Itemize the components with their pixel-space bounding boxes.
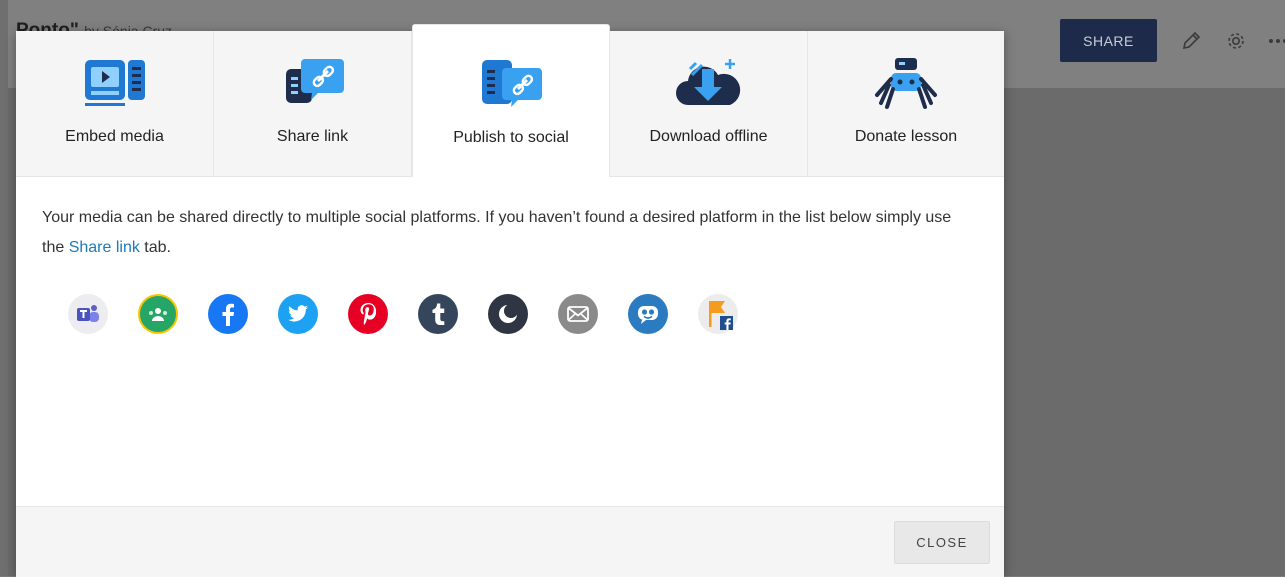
donate-lesson-icon (871, 53, 941, 113)
download-offline-icon (674, 53, 744, 113)
tab-label: Publish to social (453, 129, 569, 146)
page-left-edge (0, 0, 8, 576)
tab-embed-media[interactable]: Embed media (16, 31, 214, 176)
share-tabs: Embed media Share link Publish to social… (16, 24, 1004, 177)
close-button[interactable]: CLOSE (894, 521, 990, 564)
google-classroom-icon[interactable] (138, 294, 178, 334)
teams-icon[interactable] (68, 294, 108, 334)
share-modal: Embed media Share link Publish to social… (16, 24, 1004, 577)
tab-label: Embed media (65, 128, 164, 145)
edmodo-icon[interactable] (628, 294, 668, 334)
facebook-icon[interactable] (208, 294, 248, 334)
share-link-inline-link[interactable]: Share link (69, 239, 140, 256)
gear-icon[interactable] (1225, 30, 1247, 57)
more-dots-icon[interactable] (1268, 34, 1285, 52)
publish-social-icon (476, 54, 546, 114)
embed-media-icon (80, 53, 150, 113)
share-description: Your media can be shared directly to mul… (42, 209, 952, 256)
share-button[interactable]: SHARE (1060, 19, 1157, 62)
twitter-icon[interactable] (278, 294, 318, 334)
tab-label: Share link (276, 128, 349, 145)
tab-donate-lesson[interactable]: Donate lesson (808, 31, 1004, 176)
tab-publish-to-social[interactable]: Publish to social (412, 24, 610, 177)
email-icon[interactable] (558, 294, 598, 334)
share-link-icon (278, 53, 348, 113)
pencil-icon[interactable] (1180, 30, 1202, 57)
moon-icon[interactable] (488, 294, 528, 334)
tab-download-offline[interactable]: Download offline (610, 31, 808, 176)
modal-footer: CLOSE (16, 506, 1004, 577)
tab-label: Download offline (649, 128, 768, 145)
workplace-flag-icon[interactable] (698, 294, 738, 334)
tab-share-link[interactable]: Share link (214, 31, 412, 176)
pinterest-icon[interactable] (348, 294, 388, 334)
tab-label: Donate lesson (854, 128, 958, 145)
tumblr-icon[interactable] (418, 294, 458, 334)
